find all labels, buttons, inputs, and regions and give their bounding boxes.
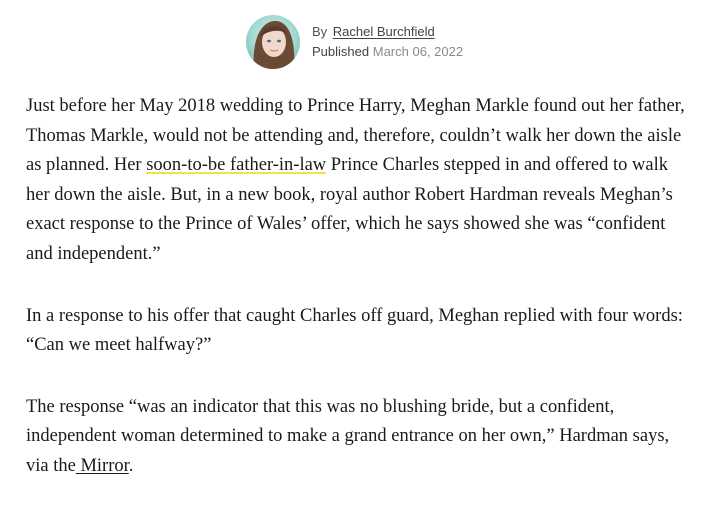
author-avatar[interactable]: [246, 15, 300, 69]
article-body: Just before her May 2018 wedding to Prin…: [26, 92, 686, 514]
article-paragraph-2: In a response to his offer that caught C…: [26, 305, 683, 356]
byline-author-row: By Rachel Burchfield: [312, 22, 463, 42]
paragraph-3-text-after: .: [128, 455, 134, 476]
byline-published-row: Published March 06, 2022: [312, 42, 463, 62]
article-paragraph-1: Just before her May 2018 wedding to Prin…: [26, 92, 686, 270]
father-in-law-link[interactable]: soon-to-be father-in-law: [146, 155, 327, 176]
author-byline: By Rachel Burchfield Published March 06,…: [246, 14, 463, 70]
by-prefix: By: [312, 24, 328, 39]
author-photo-icon: [246, 15, 300, 69]
author-name-link[interactable]: Rachel Burchfield: [333, 24, 435, 39]
article-paragraph-3: The response “was an indicator that this…: [26, 393, 686, 482]
published-label: Published: [312, 44, 370, 59]
byline-meta: By Rachel Burchfield Published March 06,…: [312, 22, 463, 62]
mirror-link[interactable]: Mirror: [76, 456, 128, 476]
published-date: March 06, 2022: [372, 44, 464, 59]
